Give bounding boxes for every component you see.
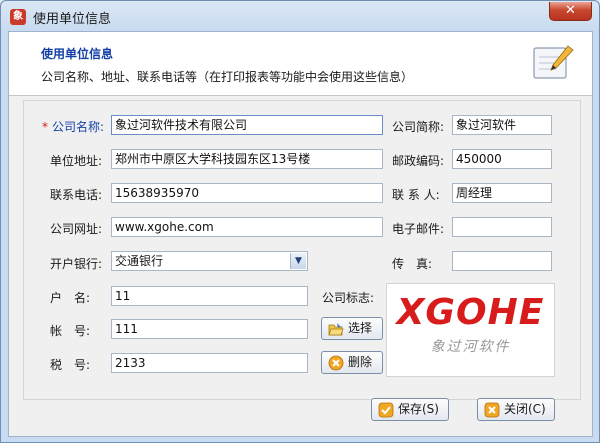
email-input[interactable] (452, 217, 552, 237)
website-label: 公司网址: (50, 222, 103, 236)
company-logo: XGOHE 象过河软件 (386, 283, 555, 377)
address-label: 单位地址: (50, 154, 103, 168)
fax-input[interactable] (452, 251, 552, 271)
close-icon: ✕ (565, 3, 576, 18)
window-close-button[interactable]: ✕ (549, 2, 592, 21)
contact-input[interactable]: 周经理 (452, 183, 552, 203)
logo-label: 公司标志: (322, 291, 375, 305)
tax-no-input[interactable]: 2133 (111, 353, 308, 373)
address-input[interactable]: 郑州市中原区大学科技园东区13号楼 (111, 149, 383, 169)
close-icon (484, 402, 500, 418)
bank-select-value: 交通银行 (115, 254, 164, 268)
postcode-label: 邮政编码: (392, 154, 445, 168)
app-icon: 象 (10, 9, 26, 25)
title-bar[interactable]: 象 使用单位信息 ✕ (1, 1, 599, 31)
dialog-client: 使用单位信息 公司名称、地址、联系电话等（在打印报表等功能中会使用这些信息） *… (8, 31, 593, 437)
header-panel: 使用单位信息 公司名称、地址、联系电话等（在打印报表等功能中会使用这些信息） (9, 32, 592, 96)
chevron-down-icon[interactable]: ▼ (290, 253, 306, 269)
contact-label: 联 系 人: (392, 188, 440, 202)
save-button[interactable]: 保存(S) (371, 398, 449, 421)
company-name-label: * 公司名称: (42, 120, 105, 134)
website-input[interactable]: www.xgohe.com (111, 217, 383, 237)
company-name-input[interactable]: 象过河软件技术有限公司 (111, 115, 383, 135)
checkmark-icon (378, 402, 394, 418)
folder-open-icon (328, 323, 344, 336)
fax-label: 传 真: (392, 257, 433, 271)
logo-brand-text: XGOHE (396, 292, 545, 333)
notepad-pencil-icon (533, 45, 574, 79)
phone-input[interactable]: 15638935970 (111, 183, 383, 203)
account-no-input[interactable]: 111 (111, 319, 308, 339)
logo-subtitle-text: 象过河软件 (430, 339, 511, 355)
account-name-input[interactable]: 11 (111, 286, 308, 306)
window-title: 使用单位信息 (33, 12, 112, 27)
email-label: 电子邮件: (392, 222, 445, 236)
account-name-label: 户 名: (50, 291, 91, 305)
bank-select[interactable]: 交通银行 ▼ (111, 251, 308, 271)
delete-logo-button[interactable]: 删除 (321, 351, 383, 374)
tax-no-label: 税 号: (50, 358, 91, 372)
required-marker: * (42, 120, 48, 134)
close-button[interactable]: 关闭(C) (477, 398, 555, 421)
company-short-label: 公司简称: (392, 120, 445, 134)
bank-label: 开户银行: (50, 257, 103, 271)
postcode-input[interactable]: 450000 (452, 149, 552, 169)
dialog-window: 象 使用单位信息 ✕ 使用单位信息 公司名称、地址、联系电话等（在打印报表等功能… (0, 0, 600, 443)
account-no-label: 帐 号: (50, 324, 91, 338)
company-short-input[interactable]: 象过河软件 (452, 115, 552, 135)
header-description: 公司名称、地址、联系电话等（在打印报表等功能中会使用这些信息） (41, 70, 414, 84)
select-logo-button[interactable]: 选择 (321, 317, 383, 340)
delete-icon (328, 355, 344, 371)
header-title: 使用单位信息 (41, 47, 114, 61)
phone-label: 联系电话: (50, 188, 103, 202)
